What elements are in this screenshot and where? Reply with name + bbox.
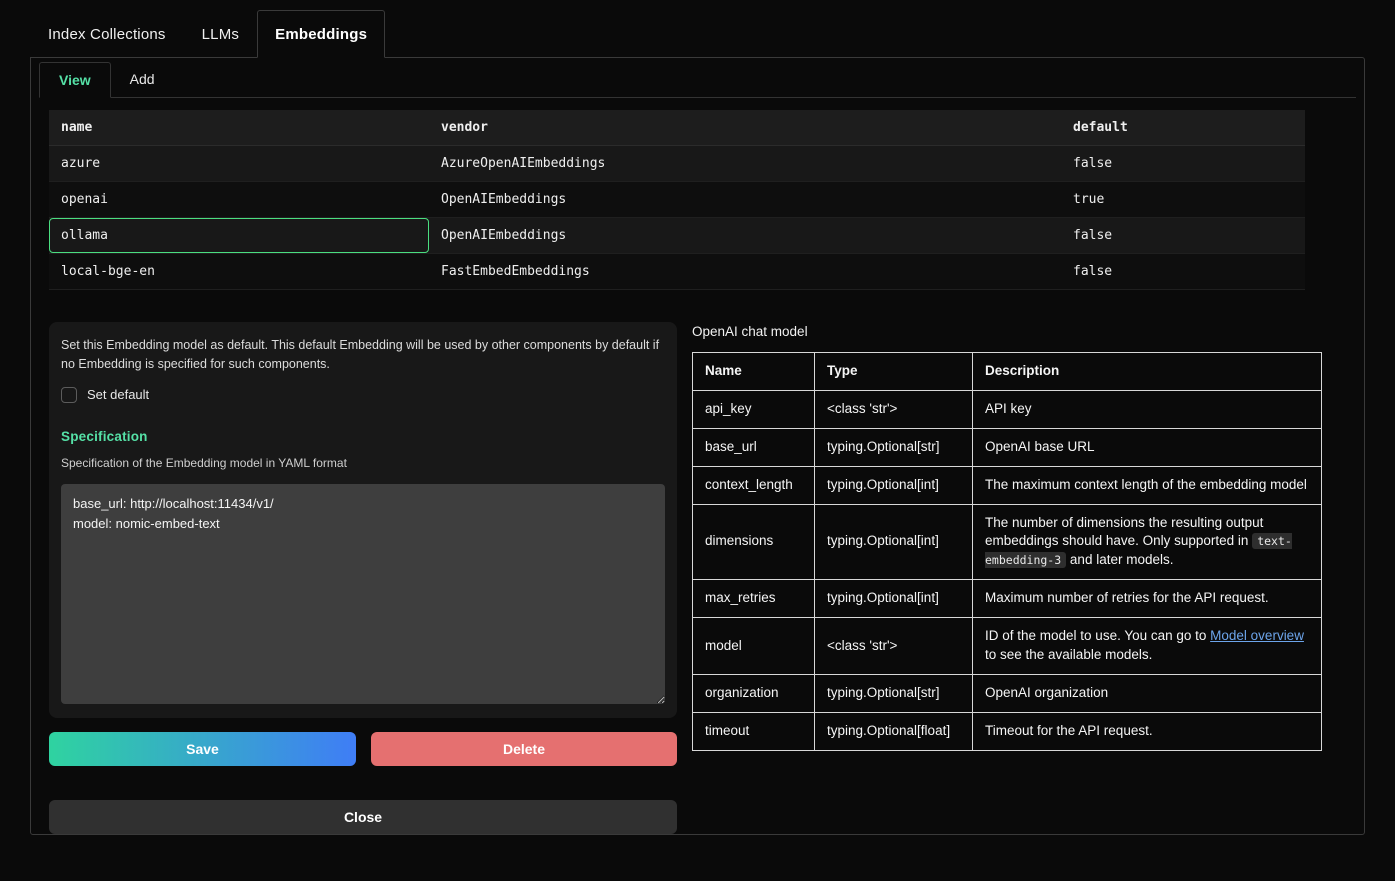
embedding-row-azure[interactable]: azure AzureOpenAIEmbeddings false (49, 146, 1305, 182)
cell-name-selected[interactable]: ollama (49, 218, 429, 254)
embedding-row-local-bge-en[interactable]: local-bge-en FastEmbedEmbeddings false (49, 254, 1305, 290)
edit-column: Set this Embedding model as default. Thi… (49, 322, 677, 834)
close-button[interactable]: Close (49, 800, 677, 834)
doc-header-row: Name Type Description (693, 353, 1322, 391)
sub-tab-bar: View Add (39, 62, 1356, 98)
param-type: typing.Optional[str] (815, 428, 973, 466)
set-default-label: Set default (87, 387, 149, 402)
doc-row-api-key: api_key <class 'str'> API key (693, 390, 1322, 428)
embedding-row-openai[interactable]: openai OpenAIEmbeddings true (49, 182, 1305, 218)
doc-row-timeout: timeout typing.Optional[float] Timeout f… (693, 712, 1322, 750)
param-type: <class 'str'> (815, 618, 973, 675)
doc-column-name: Name (693, 353, 815, 391)
cell-default[interactable]: false (1061, 218, 1305, 254)
cell-vendor[interactable]: OpenAIEmbeddings (429, 218, 1061, 254)
param-name: timeout (693, 712, 815, 750)
main-tab-embeddings[interactable]: Embeddings (257, 10, 385, 58)
cell-name[interactable]: azure (49, 146, 429, 182)
settings-card: Set this Embedding model as default. Thi… (49, 322, 677, 718)
param-description: OpenAI organization (973, 674, 1322, 712)
param-description: Maximum number of retries for the API re… (973, 580, 1322, 618)
param-type: typing.Optional[int] (815, 504, 973, 580)
embedding-row-ollama[interactable]: ollama OpenAIEmbeddings false (49, 218, 1305, 254)
page: Index Collections LLMs Embeddings View A… (0, 0, 1395, 835)
description-text: to see the available models. (985, 647, 1152, 662)
main-tab-index-collections[interactable]: Index Collections (30, 10, 184, 57)
param-name: model (693, 618, 815, 675)
param-name: organization (693, 674, 815, 712)
column-header-default: default (1061, 110, 1305, 146)
set-default-row[interactable]: Set default (61, 387, 665, 403)
doc-row-base-url: base_url typing.Optional[str] OpenAI bas… (693, 428, 1322, 466)
param-description: The maximum context length of the embedd… (973, 466, 1322, 504)
cell-default[interactable]: false (1061, 254, 1305, 290)
param-type: typing.Optional[int] (815, 580, 973, 618)
doc-row-context-length: context_length typing.Optional[int] The … (693, 466, 1322, 504)
doc-row-dimensions: dimensions typing.Optional[int] The numb… (693, 504, 1322, 580)
param-description: Timeout for the API request. (973, 712, 1322, 750)
param-description: The number of dimensions the resulting o… (973, 504, 1322, 580)
param-type: typing.Optional[float] (815, 712, 973, 750)
doc-column-description: Description (973, 353, 1322, 391)
sub-tab-view[interactable]: View (39, 62, 111, 98)
param-description: ID of the model to use. You can go to Mo… (973, 618, 1322, 675)
detail-area: Set this Embedding model as default. Thi… (49, 322, 1346, 834)
doc-table: Name Type Description api_key <class 'st… (692, 352, 1322, 751)
yaml-spec-textarea[interactable]: base_url: http://localhost:11434/v1/ mod… (61, 484, 665, 704)
doc-title: OpenAI chat model (692, 324, 1321, 339)
embeddings-header-row: name vendor default (49, 110, 1305, 146)
cell-default[interactable]: true (1061, 182, 1305, 218)
doc-column-type: Type (815, 353, 973, 391)
delete-button[interactable]: Delete (371, 732, 677, 766)
doc-row-organization: organization typing.Optional[str] OpenAI… (693, 674, 1322, 712)
param-name: max_retries (693, 580, 815, 618)
set-default-hint: Set this Embedding model as default. Thi… (61, 336, 665, 374)
param-name: context_length (693, 466, 815, 504)
doc-row-model: model <class 'str'> ID of the model to u… (693, 618, 1322, 675)
param-name: dimensions (693, 504, 815, 580)
cell-default[interactable]: false (1061, 146, 1305, 182)
embeddings-panel: View Add name vendor default azure Azure… (30, 57, 1365, 835)
column-header-name: name (49, 110, 429, 146)
specification-hint: Specification of the Embedding model in … (61, 456, 665, 470)
description-text: and later models. (1066, 552, 1173, 567)
column-header-vendor: vendor (429, 110, 1061, 146)
param-description: OpenAI base URL (973, 428, 1322, 466)
cell-name[interactable]: openai (49, 182, 429, 218)
sub-tab-add[interactable]: Add (111, 62, 174, 97)
model-overview-link[interactable]: Model overview (1210, 628, 1304, 643)
description-text: The number of dimensions the resulting o… (985, 515, 1263, 549)
main-tab-llms[interactable]: LLMs (184, 10, 257, 57)
main-tab-bar: Index Collections LLMs Embeddings (30, 10, 1365, 57)
embeddings-table-wrap: name vendor default azure AzureOpenAIEmb… (49, 110, 1346, 290)
param-type: typing.Optional[str] (815, 674, 973, 712)
description-text: ID of the model to use. You can go to (985, 628, 1210, 643)
doc-row-max-retries: max_retries typing.Optional[int] Maximum… (693, 580, 1322, 618)
set-default-checkbox[interactable] (61, 387, 77, 403)
param-description: API key (973, 390, 1322, 428)
param-name: api_key (693, 390, 815, 428)
param-name: base_url (693, 428, 815, 466)
param-type: <class 'str'> (815, 390, 973, 428)
save-button[interactable]: Save (49, 732, 356, 766)
embeddings-table: name vendor default azure AzureOpenAIEmb… (49, 110, 1305, 290)
cell-vendor[interactable]: AzureOpenAIEmbeddings (429, 146, 1061, 182)
action-button-row: Save Delete (49, 732, 677, 766)
cell-vendor[interactable]: OpenAIEmbeddings (429, 182, 1061, 218)
cell-name[interactable]: local-bge-en (49, 254, 429, 290)
specification-title: Specification (61, 429, 665, 444)
cell-vendor[interactable]: FastEmbedEmbeddings (429, 254, 1061, 290)
doc-column: OpenAI chat model Name Type Description … (692, 322, 1321, 834)
param-type: typing.Optional[int] (815, 466, 973, 504)
